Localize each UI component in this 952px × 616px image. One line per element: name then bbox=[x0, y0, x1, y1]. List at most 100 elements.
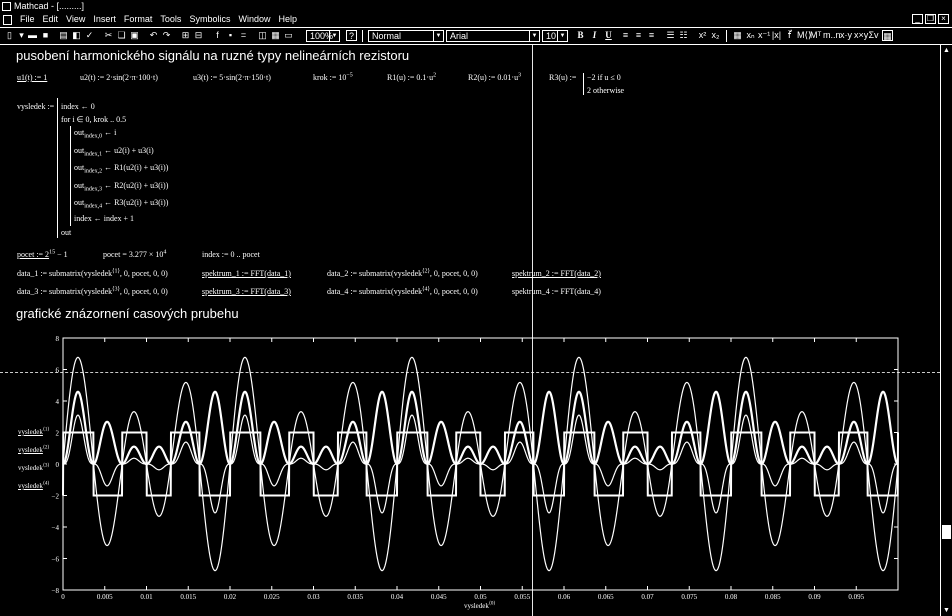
data-4-definition[interactable]: data_4 := submatrix(vysledek⟨4⟩, 0, poce… bbox=[327, 286, 478, 297]
style-select[interactable]: Normal ▼ bbox=[368, 30, 444, 42]
chevron-down-icon[interactable]: ▼ bbox=[529, 31, 539, 41]
program-sub: index,1 bbox=[84, 151, 103, 158]
program-out: out bbox=[74, 198, 85, 207]
align-right-icon[interactable]: ≡ bbox=[646, 30, 657, 41]
italic-button[interactable]: I bbox=[589, 30, 600, 41]
sum-icon[interactable]: Σv bbox=[868, 30, 879, 41]
vectorize-icon[interactable]: f⃗ bbox=[784, 30, 795, 41]
font-select[interactable]: Arial ▼ bbox=[446, 30, 540, 42]
insert-component-icon[interactable]: ▭ bbox=[283, 30, 294, 41]
x-tick-label: 0.05 bbox=[474, 593, 487, 601]
scroll-up-icon[interactable]: ▲ bbox=[942, 46, 951, 55]
matrix-inverse-icon[interactable]: x⁻¹ bbox=[758, 30, 770, 41]
dropdown-icon[interactable]: ▾ bbox=[16, 30, 27, 41]
heading-section-1[interactable]: pusobení harmonického signálu na ruzné t… bbox=[16, 48, 409, 63]
data-1-definition[interactable]: data_1 := submatrix(vysledek⟨1⟩, 0, poce… bbox=[17, 268, 168, 279]
dot-product-icon[interactable]: x·y bbox=[840, 30, 852, 41]
insert-unit-icon[interactable]: ▪ bbox=[225, 30, 236, 41]
style-value: Normal bbox=[372, 31, 402, 41]
bullet-list-icon[interactable]: ☰ bbox=[665, 30, 676, 41]
close-icon[interactable]: × bbox=[938, 14, 949, 24]
align-center-icon[interactable]: ≡ bbox=[633, 30, 644, 41]
time-plot[interactable]: 86420−2−4−6−80 0.005 0.01 0.015 0.02 0.025 0.0… bbox=[0, 330, 940, 616]
menu-symbolics[interactable]: Symbolics bbox=[185, 13, 234, 26]
scroll-down-icon[interactable]: ▼ bbox=[942, 606, 951, 615]
redo-icon[interactable]: ↷ bbox=[161, 30, 172, 41]
scroll-thumb[interactable] bbox=[942, 525, 951, 539]
legend-series-3: vysledek⟨3⟩ bbox=[18, 464, 49, 472]
transpose-icon[interactable]: Mᵀ bbox=[810, 30, 821, 41]
def-r3-case2: 2 otherwise bbox=[587, 86, 625, 95]
help-icon[interactable]: ? bbox=[346, 30, 357, 41]
matrix-column-icon[interactable]: M⟨⟩ bbox=[797, 30, 812, 41]
program-line-6: outindex,3 ← R2(u2(i) + u3(i)) bbox=[74, 181, 168, 193]
vertical-scrollbar[interactable]: ▲ ▼ bbox=[940, 45, 952, 616]
app-icon[interactable] bbox=[2, 2, 11, 11]
chevron-down-icon[interactable]: ▼ bbox=[557, 31, 567, 41]
spektrum-4-definition[interactable]: spektrum_4 := FFT(data_4) bbox=[512, 287, 601, 297]
def-u3[interactable]: u3(t) := 5·sin(2·π·150·t) bbox=[193, 73, 271, 83]
def-u1[interactable]: u1(t) := 1 bbox=[17, 73, 47, 83]
pocet-definition[interactable]: pocet := 215 − 1 bbox=[17, 249, 68, 260]
pocet-result[interactable]: pocet = 3.277 × 104 bbox=[103, 249, 166, 260]
open-icon[interactable]: ▬ bbox=[27, 30, 38, 41]
chevron-down-icon[interactable]: ▼ bbox=[329, 31, 339, 41]
spektrum-1-definition[interactable]: spektrum_1 := FFT(data_1) bbox=[202, 269, 291, 279]
underline-button[interactable]: U bbox=[603, 30, 614, 41]
program-label[interactable]: vysledek := bbox=[17, 102, 54, 112]
align-down-icon[interactable]: ⊟ bbox=[193, 30, 204, 41]
index-range[interactable]: index := 0 .. pocet bbox=[202, 250, 260, 260]
table-icon[interactable]: ▦ bbox=[882, 30, 893, 41]
document-icon[interactable] bbox=[3, 15, 12, 25]
subscript-icon[interactable]: x₂ bbox=[710, 30, 721, 41]
menu-edit[interactable]: Edit bbox=[39, 13, 63, 26]
insert-matrix-icon[interactable]: ▦ bbox=[270, 30, 281, 41]
determinant-icon[interactable]: |x| bbox=[771, 30, 782, 41]
data-2-definition[interactable]: data_2 := submatrix(vysledek⟨2⟩, 0, poce… bbox=[327, 268, 478, 279]
def-krok[interactable]: krok := 10−5 bbox=[313, 72, 353, 83]
font-size-select[interactable]: 10 ▼ bbox=[542, 30, 568, 42]
spektrum-3-definition[interactable]: spektrum_3 := FFT(data_3) bbox=[202, 287, 291, 297]
def-r1[interactable]: R1(u) := 0.1·u2 bbox=[387, 72, 436, 83]
range-icon[interactable]: m..n bbox=[823, 30, 841, 41]
align-left-icon[interactable]: ≡ bbox=[620, 30, 631, 41]
print-preview-icon[interactable]: ◧ bbox=[71, 30, 82, 41]
menu-insert[interactable]: Insert bbox=[89, 13, 120, 26]
menu-file[interactable]: File bbox=[16, 13, 39, 26]
menu-window[interactable]: Window bbox=[234, 13, 274, 26]
spektrum-2-definition[interactable]: spektrum_2 := FFT(data_2) bbox=[512, 269, 601, 279]
new-icon[interactable]: ▯ bbox=[4, 30, 15, 41]
matrix-index-icon[interactable]: xₙ bbox=[745, 30, 756, 41]
legend-base: vysledek bbox=[18, 428, 43, 436]
menu-tools[interactable]: Tools bbox=[156, 13, 185, 26]
calculate-icon[interactable]: = bbox=[238, 30, 249, 41]
menu-help[interactable]: Help bbox=[274, 13, 301, 26]
print-icon[interactable]: ▤ bbox=[58, 30, 69, 41]
paste-icon[interactable]: ▣ bbox=[129, 30, 140, 41]
restore-icon[interactable]: ❐ bbox=[925, 14, 936, 24]
menu-format[interactable]: Format bbox=[120, 13, 157, 26]
undo-icon[interactable]: ↶ bbox=[148, 30, 159, 41]
copy-icon[interactable]: ❏ bbox=[116, 30, 127, 41]
align-icon[interactable]: ⊞ bbox=[180, 30, 191, 41]
spell-check-icon[interactable]: ✓ bbox=[84, 30, 95, 41]
cut-icon[interactable]: ✂ bbox=[103, 30, 114, 41]
matrix-icon[interactable]: ▦ bbox=[732, 30, 743, 41]
superscript-icon[interactable]: x² bbox=[697, 30, 708, 41]
def-u2[interactable]: u2(t) := 2·sin(2·π·100·t) bbox=[80, 73, 158, 83]
menu-view[interactable]: View bbox=[62, 13, 89, 26]
legend-sup: ⟨3⟩ bbox=[42, 463, 50, 469]
cross-product-icon[interactable]: x×y bbox=[854, 30, 868, 41]
heading-section-2[interactable]: grafické znázornení casových prubehu bbox=[16, 306, 239, 321]
data-3-definition[interactable]: data_3 := submatrix(vysledek⟨3⟩, 0, poce… bbox=[17, 286, 168, 297]
numbered-list-icon[interactable]: ☷ bbox=[678, 30, 689, 41]
chevron-down-icon[interactable]: ▼ bbox=[433, 31, 443, 41]
bold-button[interactable]: B bbox=[575, 30, 586, 41]
insert-graph-icon[interactable]: ◫ bbox=[257, 30, 268, 41]
minimize-icon[interactable]: _ bbox=[912, 14, 923, 24]
zoom-select[interactable]: 100% ▼ bbox=[306, 30, 340, 42]
save-icon[interactable]: ■ bbox=[40, 30, 51, 41]
def-r2[interactable]: R2(u) := 0.01·u3 bbox=[468, 72, 521, 83]
insert-function-icon[interactable]: f bbox=[212, 30, 223, 41]
def-r3[interactable]: R3(u) := bbox=[549, 73, 576, 83]
